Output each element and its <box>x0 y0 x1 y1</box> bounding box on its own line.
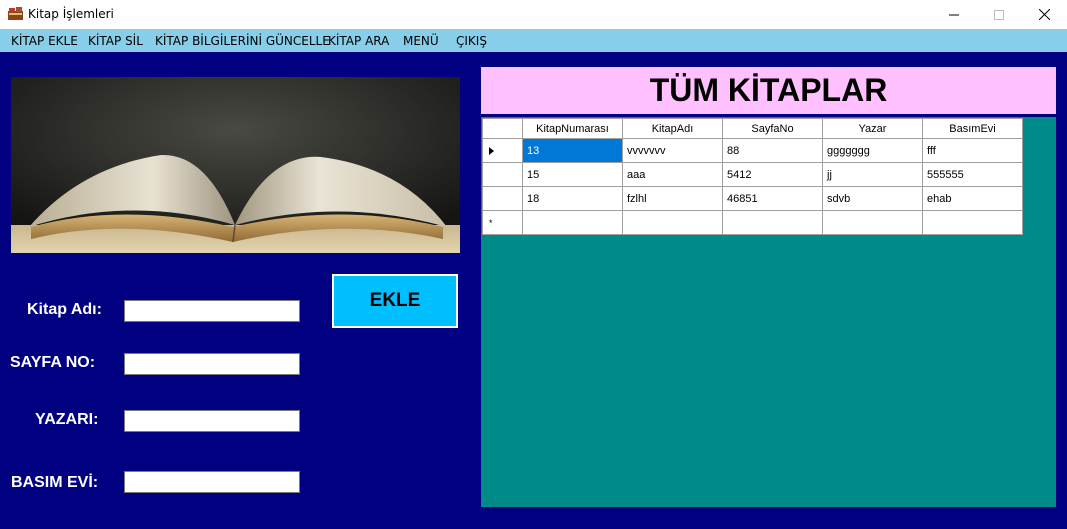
ekle-button[interactable]: EKLE <box>332 274 458 328</box>
table-cell[interactable]: aaa <box>622 162 723 187</box>
row-header[interactable] <box>482 162 523 187</box>
table-cell[interactable]: 555555 <box>922 162 1023 187</box>
maximize-icon <box>994 9 1004 20</box>
sayfa-no-label: SAYFA NO: <box>10 354 96 371</box>
table-cell[interactable]: fzlhl <box>622 186 723 211</box>
sayfa-no-input[interactable] <box>124 353 300 375</box>
column-header-kitapadi[interactable]: KitapAdı <box>622 118 723 139</box>
column-header-sayfano[interactable]: SayfaNo <box>722 118 823 139</box>
kitap-adi-label: Kitap Adı: <box>27 301 102 318</box>
table-cell[interactable]: vvvvvvv <box>622 138 723 163</box>
table-cell[interactable]: sdvb <box>822 186 923 211</box>
table-row[interactable]: 15 aaa 5412 jj 555555 <box>482 162 1023 187</box>
table-cell[interactable] <box>622 210 723 235</box>
basim-evi-label: BASIM EVİ: <box>11 474 99 491</box>
books-icon <box>8 7 23 20</box>
column-header-basimevi[interactable]: BasımEvi <box>922 118 1023 139</box>
row-header-corner[interactable] <box>482 118 523 139</box>
table-header-row: KitapNumarası KitapAdı SayfaNo Yazar Bas… <box>482 118 1023 139</box>
table-cell[interactable]: 13 <box>522 138 623 163</box>
menu-menu[interactable]: MENÜ <box>403 34 439 48</box>
table-cell[interactable] <box>822 210 923 235</box>
table-cell[interactable] <box>922 210 1023 235</box>
grid-title: TÜM KİTAPLAR <box>481 67 1056 114</box>
menu-kitap-ekle[interactable]: KİTAP EKLE <box>11 34 78 48</box>
table-cell[interactable]: 46851 <box>722 186 823 211</box>
menu-kitap-bilgilerini-guncelle[interactable]: KİTAP BİLGİLERİNİ GÜNCELLE <box>155 34 330 48</box>
window-title: Kitap İşlemleri <box>28 7 114 21</box>
title-bar: Kitap İşlemleri <box>0 0 1067 29</box>
table-cell[interactable]: 18 <box>522 186 623 211</box>
kitap-adi-input[interactable] <box>124 300 300 322</box>
table-cell[interactable]: 15 <box>522 162 623 187</box>
menu-cikis[interactable]: ÇIKIŞ <box>456 34 487 48</box>
table-cell[interactable]: jj <box>822 162 923 187</box>
table-cell[interactable]: ggggggg <box>822 138 923 163</box>
yazari-input[interactable] <box>124 410 300 432</box>
minimize-icon <box>949 14 959 15</box>
open-book-image <box>11 77 460 253</box>
menu-kitap-sil[interactable]: KİTAP SİL <box>88 34 143 48</box>
close-button[interactable] <box>1021 0 1067 29</box>
table-cell[interactable]: 88 <box>722 138 823 163</box>
table-cell[interactable]: ehab <box>922 186 1023 211</box>
table-cell[interactable] <box>522 210 623 235</box>
minimize-button[interactable] <box>931 0 977 29</box>
books-datagrid[interactable]: KitapNumarası KitapAdı SayfaNo Yazar Bas… <box>481 117 1056 507</box>
basim-evi-input[interactable] <box>124 471 300 493</box>
new-row-asterisk-icon: * <box>489 217 493 228</box>
new-row-header[interactable]: * <box>482 210 523 235</box>
column-header-yazar[interactable]: Yazar <box>822 118 923 139</box>
menu-bar: KİTAP EKLE KİTAP SİL KİTAP BİLGİLERİNİ G… <box>0 29 1067 52</box>
table-cell[interactable]: 5412 <box>722 162 823 187</box>
table-row[interactable]: 18 fzlhl 46851 sdvb ehab <box>482 186 1023 211</box>
maximize-button[interactable] <box>976 0 1022 29</box>
close-icon <box>1038 9 1050 20</box>
main-panel: Kitap Adı: SAYFA NO: YAZARI: BASIM EVİ: … <box>0 52 1067 529</box>
books-table: KitapNumarası KitapAdı SayfaNo Yazar Bas… <box>482 118 1023 235</box>
current-row-arrow-icon <box>489 146 494 155</box>
row-header[interactable] <box>482 138 523 163</box>
row-header[interactable] <box>482 186 523 211</box>
table-cell[interactable]: fff <box>922 138 1023 163</box>
new-row[interactable]: * <box>482 210 1023 235</box>
column-header-kitapnumarasi[interactable]: KitapNumarası <box>522 118 623 139</box>
yazari-label: YAZARI: <box>35 411 99 428</box>
table-row[interactable]: 13 vvvvvvv 88 ggggggg fff <box>482 138 1023 163</box>
menu-kitap-ara[interactable]: KİTAP ARA <box>328 34 389 48</box>
table-cell[interactable] <box>722 210 823 235</box>
